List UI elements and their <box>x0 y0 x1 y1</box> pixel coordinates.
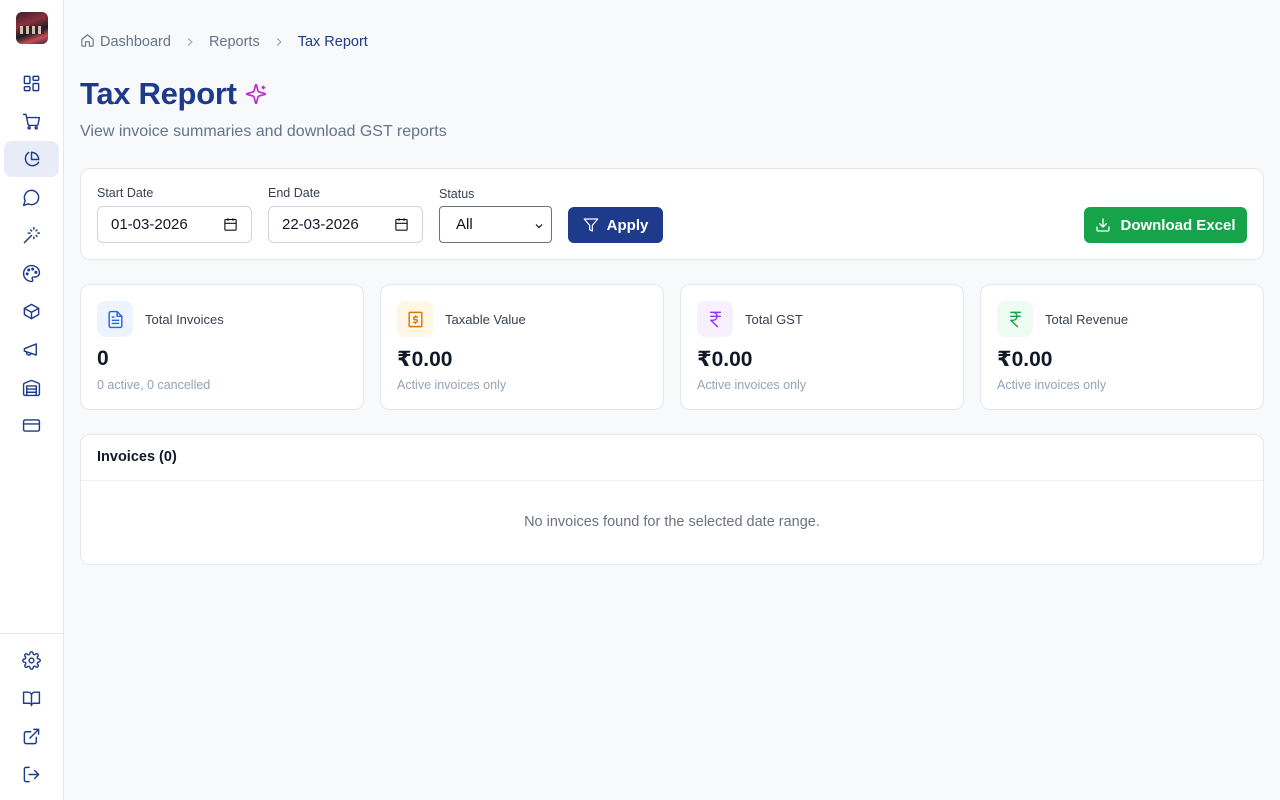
status-selected-value: All <box>456 216 473 233</box>
stat-label: Total GST <box>745 312 803 327</box>
breadcrumb-current: Tax Report <box>297 33 368 50</box>
breadcrumb-home[interactable]: Dashboard <box>80 33 171 50</box>
pie-chart-icon <box>24 151 40 166</box>
sidebar-divider <box>0 633 63 634</box>
invoices-title: Invoices (0) <box>97 449 177 465</box>
stat-label: Total Revenue <box>1045 312 1129 327</box>
breadcrumb-reports[interactable]: Reports <box>209 34 260 50</box>
stat-label: Taxable Value <box>445 312 526 327</box>
stat-subtext: Active invoices only <box>697 378 807 392</box>
chevron-right-icon <box>272 35 286 49</box>
home-icon <box>81 34 94 47</box>
sidebar-item-settings[interactable] <box>4 642 59 678</box>
page-title-row: Tax Report <box>80 76 267 112</box>
end-date-value: 22-03-2026 <box>282 216 359 233</box>
invoices-header: Invoices (0) <box>81 435 1263 481</box>
stat-card-taxable-value: Taxable Value ₹0.00 Active invoices only <box>380 284 664 410</box>
end-date-label: End Date <box>268 186 321 200</box>
sidebar-item-logout[interactable] <box>4 756 59 792</box>
page-title: Tax Report <box>80 76 237 111</box>
dollar-receipt-icon <box>397 301 433 337</box>
empty-state-text: No invoices found for the selected date … <box>524 514 820 530</box>
rupee-icon <box>997 301 1033 337</box>
stat-subtext: Active invoices only <box>397 378 507 392</box>
sidebar-item-warehouse[interactable] <box>4 369 59 405</box>
download-excel-label: Download Excel <box>1120 216 1236 234</box>
sidebar <box>0 0 64 800</box>
end-date-input[interactable]: 22-03-2026 <box>268 206 423 243</box>
download-icon <box>1096 218 1111 232</box>
stat-subtext: 0 active, 0 cancelled <box>97 378 211 392</box>
start-date-value: 01-03-2026 <box>111 216 188 233</box>
magic-wand-icon <box>23 226 41 243</box>
package-icon <box>23 303 40 319</box>
calendar-icon[interactable] <box>394 217 409 232</box>
apply-button[interactable]: Apply <box>568 207 663 243</box>
stat-value: ₹0.00 <box>397 348 453 371</box>
external-link-icon <box>23 728 40 744</box>
stat-card-total-revenue: Total Revenue ₹0.00 Active invoices only <box>980 284 1264 410</box>
breadcrumb: Dashboard Reports Tax Report <box>80 33 368 50</box>
credit-card-icon <box>22 418 41 432</box>
settings-icon <box>22 650 41 670</box>
sidebar-item-payments[interactable] <box>4 407 59 443</box>
stat-value: ₹0.00 <box>697 348 753 371</box>
chevron-right-icon <box>183 35 197 49</box>
sidebar-item-docs[interactable] <box>4 680 59 716</box>
start-date-label: Start Date <box>97 186 154 200</box>
stat-card-total-gst: Total GST ₹0.00 Active invoices only <box>680 284 964 410</box>
sidebar-item-orders[interactable] <box>4 103 59 139</box>
store-logo[interactable] <box>16 12 48 44</box>
chevron-down-icon <box>533 219 545 236</box>
invoices-card: Invoices (0) No invoices found for the s… <box>80 434 1264 565</box>
sidebar-item-products[interactable] <box>4 293 59 329</box>
status-select[interactable]: All <box>439 206 552 243</box>
dashboard-icon <box>23 75 40 91</box>
sidebar-item-visit-store[interactable] <box>4 718 59 754</box>
book-icon <box>22 690 41 706</box>
cart-icon <box>22 113 41 130</box>
sidebar-item-marketing[interactable] <box>4 331 59 367</box>
page-subtitle: View invoice summaries and download GST … <box>80 123 447 140</box>
stat-value: ₹0.00 <box>997 348 1053 371</box>
stat-subtext: Active invoices only <box>997 378 1107 392</box>
document-icon <box>97 301 133 337</box>
stat-value: 0 <box>97 347 109 370</box>
message-icon <box>22 189 40 206</box>
start-date-input[interactable]: 01-03-2026 <box>97 206 252 243</box>
sidebar-item-dashboard[interactable] <box>4 65 59 101</box>
breadcrumb-dashboard-label[interactable]: Dashboard <box>100 34 171 50</box>
filter-card: Start Date 01-03-2026 End Date 22-03-202… <box>80 168 1264 260</box>
apply-button-label: Apply <box>606 216 649 234</box>
main-content: Dashboard Reports Tax Report Tax Report … <box>64 0 1280 800</box>
sidebar-item-messages[interactable] <box>4 179 59 215</box>
logout-icon <box>23 766 40 782</box>
sidebar-item-ai-tools[interactable] <box>4 217 59 253</box>
warehouse-icon <box>22 379 41 396</box>
sparkles-icon <box>245 83 266 105</box>
calendar-icon[interactable] <box>223 217 238 232</box>
filter-icon <box>583 218 598 232</box>
stat-label: Total Invoices <box>145 312 224 327</box>
sidebar-item-reports[interactable] <box>4 141 59 177</box>
download-excel-button[interactable]: Download Excel <box>1084 207 1247 243</box>
megaphone-icon <box>23 342 37 356</box>
palette-icon <box>22 264 41 282</box>
rupee-icon <box>697 301 733 337</box>
status-label: Status <box>439 187 475 201</box>
stat-card-total-invoices: Total Invoices 0 0 active, 0 cancelled <box>80 284 364 410</box>
sidebar-item-appearance[interactable] <box>4 255 59 291</box>
